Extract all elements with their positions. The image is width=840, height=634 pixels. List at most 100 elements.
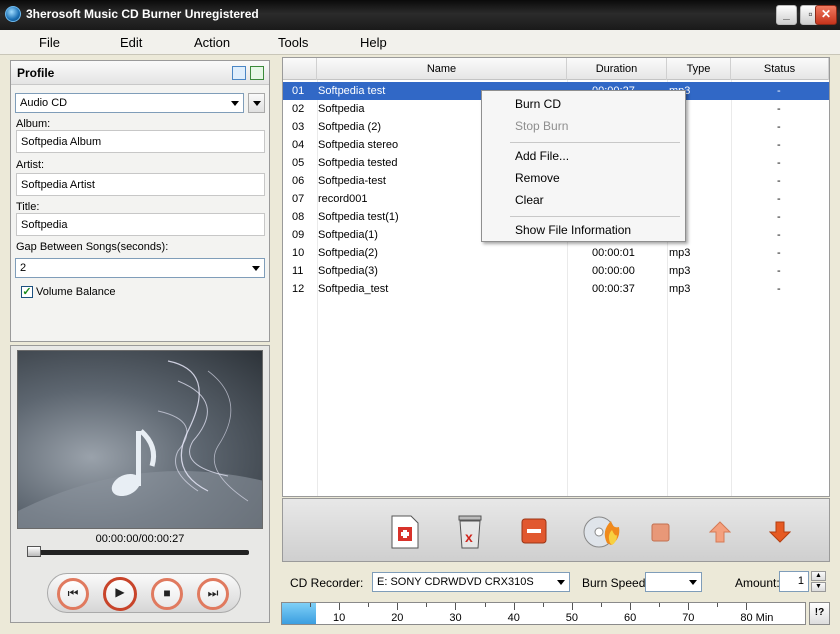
menu-edit[interactable]: Edit bbox=[120, 35, 142, 50]
app-icon bbox=[5, 6, 21, 22]
menu-item-clear[interactable]: Clear bbox=[515, 193, 544, 207]
row-name: Softpedia(3) bbox=[318, 265, 378, 277]
chevron-down-icon bbox=[557, 580, 565, 585]
amount-increment-button[interactable]: ▲ bbox=[811, 571, 826, 581]
album-label: Album: bbox=[16, 118, 51, 130]
minimize-button[interactable]: _ bbox=[776, 5, 797, 25]
menu-file[interactable]: File bbox=[39, 35, 60, 50]
cd-recorder-value: E: SONY CDRWDVD CRX310S bbox=[377, 576, 534, 588]
format-options-button[interactable] bbox=[248, 93, 265, 113]
row-number: 11 bbox=[292, 265, 304, 277]
menu-action[interactable]: Action bbox=[194, 35, 230, 50]
title-value: Softpedia bbox=[21, 219, 68, 231]
row-name: Softpedia_test bbox=[318, 283, 389, 295]
row-status: - bbox=[777, 85, 781, 97]
capacity-minor-tick bbox=[484, 603, 486, 607]
move-up-button[interactable] bbox=[709, 521, 731, 543]
capacity-minor-tick bbox=[600, 603, 602, 607]
row-status: - bbox=[777, 157, 781, 169]
seek-bar[interactable] bbox=[29, 550, 249, 555]
gap-select[interactable]: 2 bbox=[15, 258, 265, 278]
amount-input[interactable]: 1 bbox=[779, 571, 809, 592]
table-row[interactable]: 11 Softpedia(3) 00:00:00 mp3 - bbox=[283, 262, 829, 280]
title-field[interactable]: Softpedia bbox=[16, 213, 265, 236]
row-number: 10 bbox=[292, 247, 305, 259]
remove-button[interactable] bbox=[521, 518, 547, 544]
column-type[interactable]: Type bbox=[667, 58, 731, 80]
stop-button[interactable]: ■ bbox=[151, 578, 183, 610]
burn-speed-select[interactable] bbox=[645, 572, 702, 592]
player-panel: 00:00:00/00:00:27 ⏮ ▶ ■ ⏭ bbox=[10, 345, 270, 623]
table-row[interactable]: 12 Softpedia_test 00:00:37 mp3 - bbox=[283, 280, 829, 298]
volume-balance-label: Volume Balance bbox=[36, 286, 116, 298]
capacity-tick-label: 30 bbox=[449, 612, 462, 624]
play-icon: ▶ bbox=[115, 585, 125, 599]
row-type: mp3 bbox=[669, 265, 691, 277]
row-name: Softpedia (2) bbox=[318, 121, 381, 133]
capacity-minor-tick bbox=[659, 603, 661, 607]
music-note-artwork bbox=[18, 360, 262, 528]
chevron-down-icon bbox=[689, 580, 697, 585]
profile-list-icon[interactable] bbox=[232, 66, 246, 80]
menu-item-burn-cd[interactable]: Burn CD bbox=[515, 97, 561, 111]
play-button[interactable]: ▶ bbox=[103, 577, 137, 611]
add-file-button[interactable] bbox=[390, 515, 420, 549]
help-button[interactable]: !? bbox=[809, 602, 830, 625]
capacity-bar: 10 20 30 40 50 60 70 80 Min bbox=[281, 602, 806, 625]
column-duration[interactable]: Duration bbox=[567, 58, 667, 80]
row-status: - bbox=[777, 211, 781, 223]
seek-thumb[interactable] bbox=[27, 546, 41, 557]
capacity-minor-tick bbox=[368, 603, 370, 607]
capacity-tick bbox=[746, 603, 748, 610]
capacity-tick bbox=[513, 603, 515, 610]
capacity-tick-label: 40 bbox=[507, 612, 520, 624]
row-status: - bbox=[777, 103, 781, 115]
profile-settings-icon[interactable] bbox=[250, 66, 264, 80]
menu-item-show-file-info[interactable]: Show File Information bbox=[515, 223, 631, 237]
row-duration: 00:00:00 bbox=[592, 265, 635, 277]
row-number: 06 bbox=[292, 175, 305, 187]
gap-label: Gap Between Songs(seconds): bbox=[16, 241, 169, 253]
menu-item-remove[interactable]: Remove bbox=[515, 171, 560, 185]
capacity-minor-tick bbox=[717, 603, 719, 607]
column-status[interactable]: Status bbox=[731, 58, 829, 80]
next-button[interactable]: ⏭ bbox=[197, 578, 229, 610]
profile-title: Profile bbox=[17, 66, 55, 80]
capacity-minor-tick bbox=[426, 603, 428, 607]
album-field[interactable]: Softpedia Album bbox=[16, 130, 265, 153]
trash-icon[interactable]: x bbox=[455, 514, 485, 550]
volume-balance-checkbox[interactable]: ✓ bbox=[21, 286, 33, 298]
row-number: 08 bbox=[292, 211, 305, 223]
album-art bbox=[17, 350, 263, 529]
capacity-tick bbox=[339, 603, 340, 610]
menu-separator bbox=[510, 142, 680, 143]
burn-cd-button[interactable] bbox=[581, 513, 621, 549]
track-list-header: Name Duration Type Status bbox=[283, 58, 829, 80]
column-name[interactable]: Name bbox=[317, 58, 567, 80]
chevron-down-icon bbox=[253, 101, 261, 106]
artist-field[interactable]: Softpedia Artist bbox=[16, 173, 265, 196]
cd-recorder-select[interactable]: E: SONY CDRWDVD CRX310S bbox=[372, 572, 570, 592]
format-select[interactable]: Audio CD bbox=[15, 93, 244, 113]
row-number: 12 bbox=[292, 283, 305, 295]
move-down-button[interactable] bbox=[769, 521, 791, 543]
row-status: - bbox=[777, 283, 781, 295]
profile-panel: Profile Audio CD Album: Softpedia Album … bbox=[10, 60, 270, 342]
profile-header: Profile bbox=[11, 61, 269, 85]
menu-help[interactable]: Help bbox=[360, 35, 387, 50]
row-status: - bbox=[777, 175, 781, 187]
table-row[interactable]: 10 Softpedia(2) 00:00:01 mp3 - bbox=[283, 244, 829, 262]
menu-tools[interactable]: Tools bbox=[278, 35, 308, 50]
stop-icon: ■ bbox=[163, 586, 171, 600]
row-name: Softpedia(1) bbox=[318, 229, 378, 241]
row-number: 07 bbox=[292, 193, 305, 205]
amount-decrement-button[interactable]: ▼ bbox=[811, 582, 826, 592]
menu-item-add-file[interactable]: Add File... bbox=[515, 149, 569, 163]
previous-button[interactable]: ⏮ bbox=[57, 578, 89, 610]
chevron-down-icon bbox=[252, 266, 260, 271]
column-number[interactable] bbox=[283, 58, 317, 80]
chevron-down-icon bbox=[231, 101, 239, 106]
close-button[interactable]: ✕ bbox=[815, 5, 837, 25]
row-name: Softpedia test(1) bbox=[318, 211, 399, 223]
row-duration: 00:00:01 bbox=[592, 247, 635, 259]
